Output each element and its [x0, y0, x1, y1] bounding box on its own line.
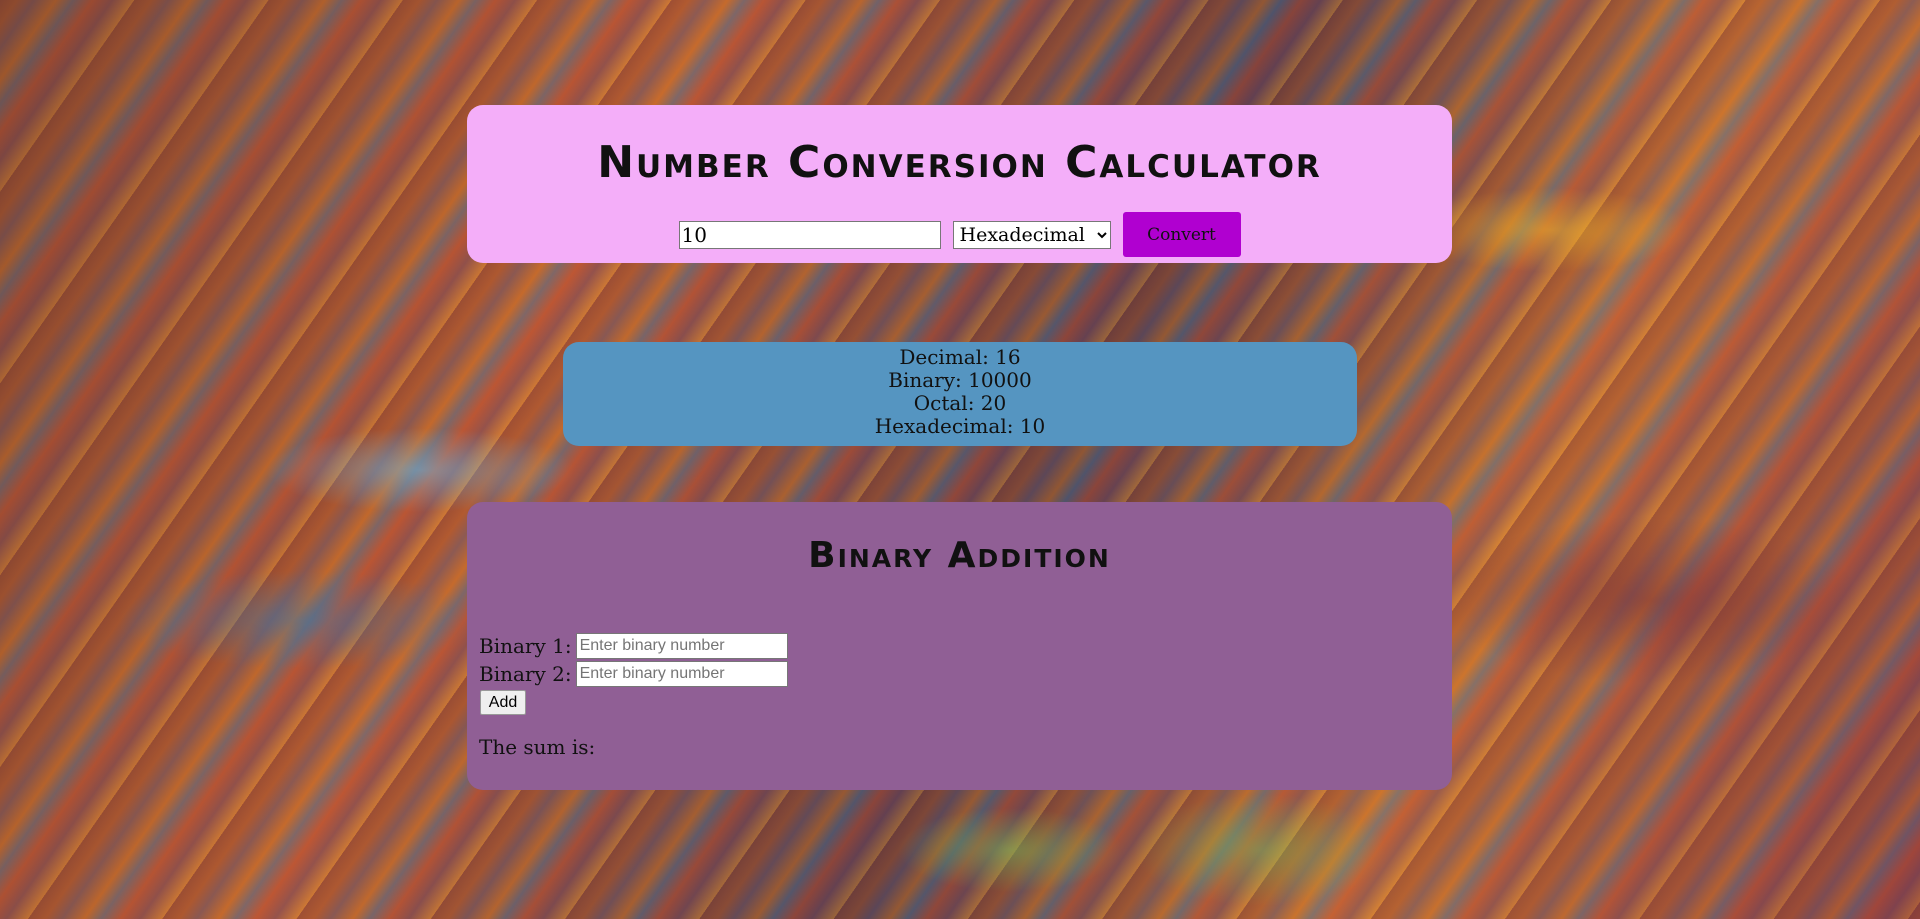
converter-title: Number Conversion Calculator	[597, 137, 1322, 188]
binary1-label: Binary 1:	[479, 634, 572, 658]
binary1-row: Binary 1:	[479, 633, 788, 659]
binary-addition-panel: Binary Addition Binary 1: Binary 2: Add …	[467, 502, 1452, 790]
convert-button[interactable]: Convert	[1122, 212, 1241, 257]
results-panel: Decimal: 16 Binary: 10000 Octal: 20 Hexa…	[563, 342, 1357, 446]
binary-addition-title: Binary Addition	[808, 535, 1111, 576]
result-decimal: Decimal: 16	[899, 345, 1021, 369]
binary2-label: Binary 2:	[479, 662, 572, 686]
number-input[interactable]	[678, 220, 941, 249]
converter-panel: Number Conversion Calculator Hexadecimal…	[467, 105, 1452, 263]
convert-row: Hexadecimal Convert	[467, 212, 1452, 257]
result-hexadecimal: Hexadecimal: 10	[874, 414, 1046, 438]
add-button[interactable]: Add	[480, 690, 526, 715]
result-octal: Octal: 20	[913, 391, 1007, 415]
sum-result: The sum is:	[479, 735, 596, 759]
binary2-input[interactable]	[575, 661, 788, 687]
result-binary: Binary: 10000	[888, 368, 1032, 392]
binary2-row: Binary 2:	[479, 661, 788, 687]
base-select[interactable]: Hexadecimal	[952, 220, 1111, 249]
binary1-input[interactable]	[575, 633, 788, 659]
